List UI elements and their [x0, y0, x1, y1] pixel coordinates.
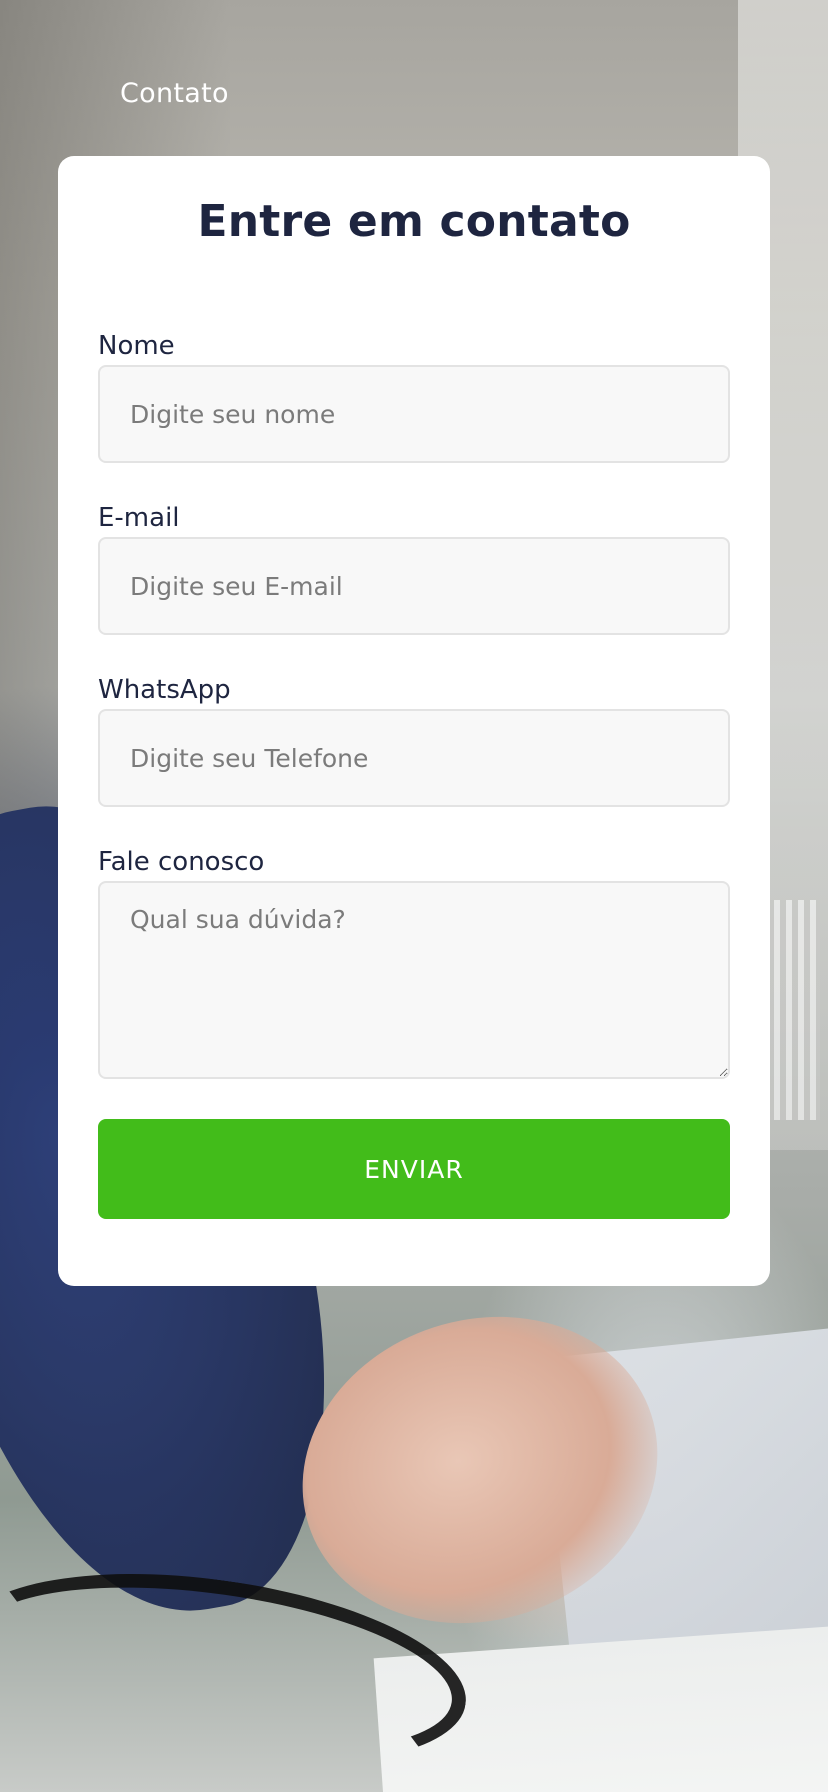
name-field-group: Nome [98, 331, 730, 463]
name-label: Nome [98, 331, 175, 361]
email-field-group: E-mail [98, 503, 730, 635]
message-field-group: Fale conosco [98, 847, 730, 1079]
name-input[interactable] [98, 365, 730, 463]
contact-form-title: Entre em contato [197, 196, 631, 247]
contact-form: Nome E-mail WhatsApp Fale conosco ENVIAR [98, 331, 730, 1219]
message-textarea[interactable] [98, 881, 730, 1079]
submit-button[interactable]: ENVIAR [98, 1119, 730, 1219]
email-label: E-mail [98, 503, 180, 533]
contact-form-card: Entre em contato Nome E-mail WhatsApp Fa… [58, 156, 770, 1286]
whatsapp-input[interactable] [98, 709, 730, 807]
email-input[interactable] [98, 537, 730, 635]
whatsapp-field-group: WhatsApp [98, 675, 730, 807]
page-title: Contato [120, 78, 229, 109]
whatsapp-label: WhatsApp [98, 675, 231, 705]
message-label: Fale conosco [98, 847, 265, 877]
